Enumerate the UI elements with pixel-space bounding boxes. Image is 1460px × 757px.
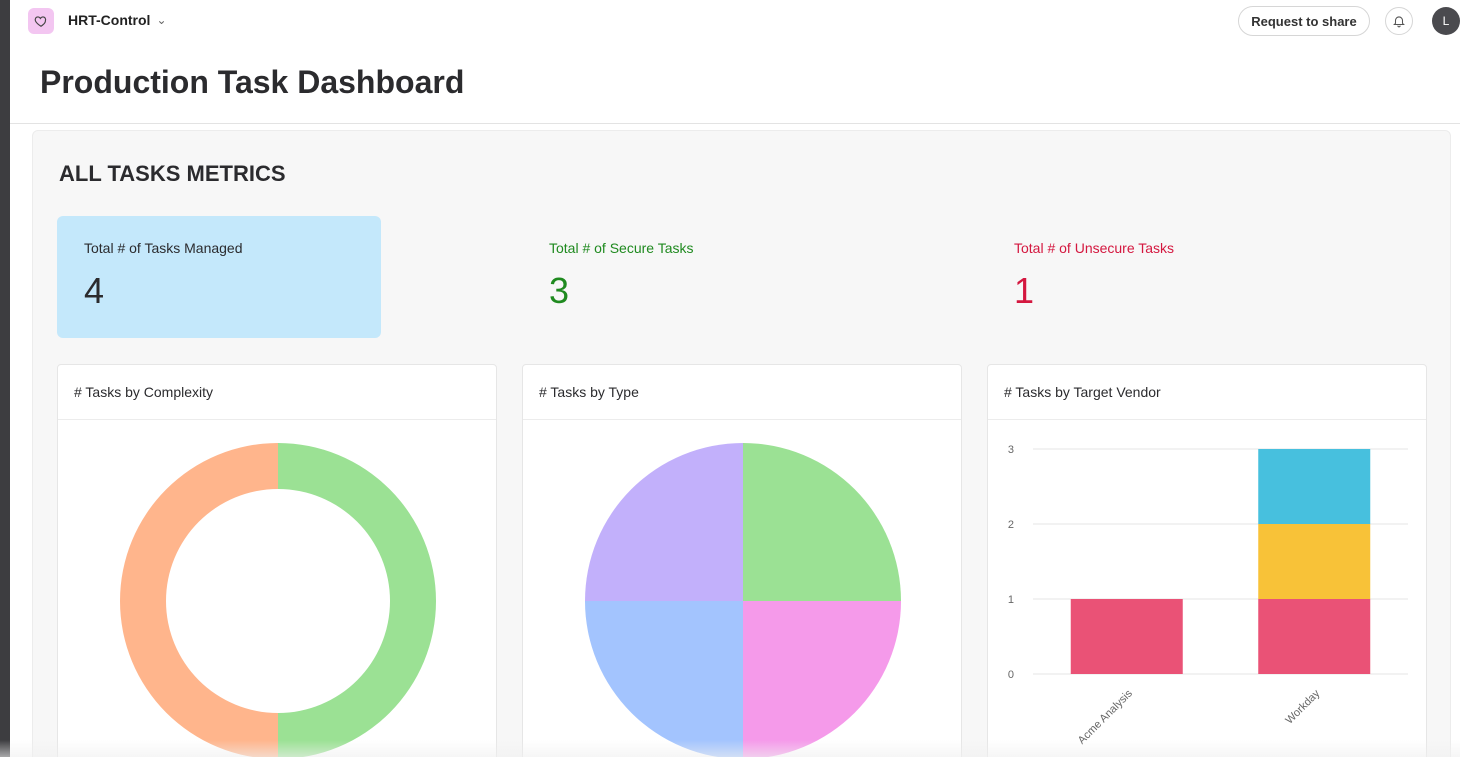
bar-segment[interactable] <box>1258 599 1371 674</box>
metric-value: 4 <box>84 270 105 311</box>
avatar[interactable]: L <box>1432 7 1460 35</box>
page-title: Production Task Dashboard <box>40 64 465 100</box>
x-tick-label: Acme Analysis <box>1076 687 1135 746</box>
app-switcher[interactable]: HRT-Control ⌄ <box>68 12 167 28</box>
metric-label: Total # of Tasks Managed <box>84 240 243 256</box>
request-to-share-button[interactable]: Request to share <box>1238 6 1370 36</box>
card-title: # Tasks by Target Vendor <box>988 365 1426 420</box>
top-bar: HRT-Control ⌄ Request to share L <box>10 0 1460 42</box>
y-tick-label: 2 <box>1008 519 1014 531</box>
metric-secure-tasks: Total # of Secure Tasks 3 <box>522 216 846 338</box>
type-pie-chart <box>585 443 901 757</box>
complexity-donut-chart <box>120 443 436 757</box>
bar-segment[interactable] <box>1258 449 1371 524</box>
pie-slice-2[interactable] <box>585 601 743 757</box>
bar-segment[interactable] <box>1070 599 1183 674</box>
y-tick-label: 1 <box>1008 594 1014 606</box>
metric-value: 1 <box>1014 270 1035 311</box>
chart-card-vendor: # Tasks by Target Vendor 0 1 2 3 Acme Analys… <box>987 364 1427 757</box>
bottom-scroll-fade <box>0 740 1460 757</box>
metric-label: Total # of Secure Tasks <box>549 240 694 256</box>
heart-icon[interactable] <box>28 8 54 34</box>
metric-label: Total # of Unsecure Tasks <box>1014 240 1175 256</box>
header-divider <box>10 123 1460 124</box>
pie-slice-0[interactable] <box>743 443 901 601</box>
metric-unsecure-tasks: Total # of Unsecure Tasks 1 <box>987 216 1311 338</box>
chart-card-complexity: # Tasks by Complexity <box>57 364 497 757</box>
vendor-bar-chart: 0 1 2 3 Acme Analysis Workday <box>1008 444 1408 747</box>
pie-slice-3[interactable] <box>585 443 743 601</box>
chevron-down-icon: ⌄ <box>156 13 167 27</box>
card-title: # Tasks by Complexity <box>58 365 496 420</box>
bell-icon[interactable] <box>1385 7 1413 35</box>
y-tick-label: 0 <box>1008 669 1014 681</box>
metric-value: 3 <box>549 270 570 311</box>
app-window: HRT-Control ⌄ Request to share L Product… <box>10 0 1460 757</box>
card-title: # Tasks by Type <box>523 365 961 420</box>
app-name: HRT-Control <box>68 12 151 28</box>
pie-slice-0[interactable] <box>278 443 436 757</box>
chart-card-type: # Tasks by Type <box>522 364 962 757</box>
bar-segment[interactable] <box>1258 524 1371 599</box>
pie-slice-1[interactable] <box>743 601 901 757</box>
x-tick-label: Workday <box>1283 687 1322 726</box>
pie-slice-1[interactable] <box>120 443 278 757</box>
metric-total-tasks: Total # of Tasks Managed 4 <box>57 216 381 338</box>
section-title: ALL TASKS METRICS <box>59 161 286 186</box>
metrics-panel: ALL TASKS METRICS Total # of Tasks Manag… <box>32 130 1451 757</box>
y-tick-label: 3 <box>1008 444 1014 456</box>
